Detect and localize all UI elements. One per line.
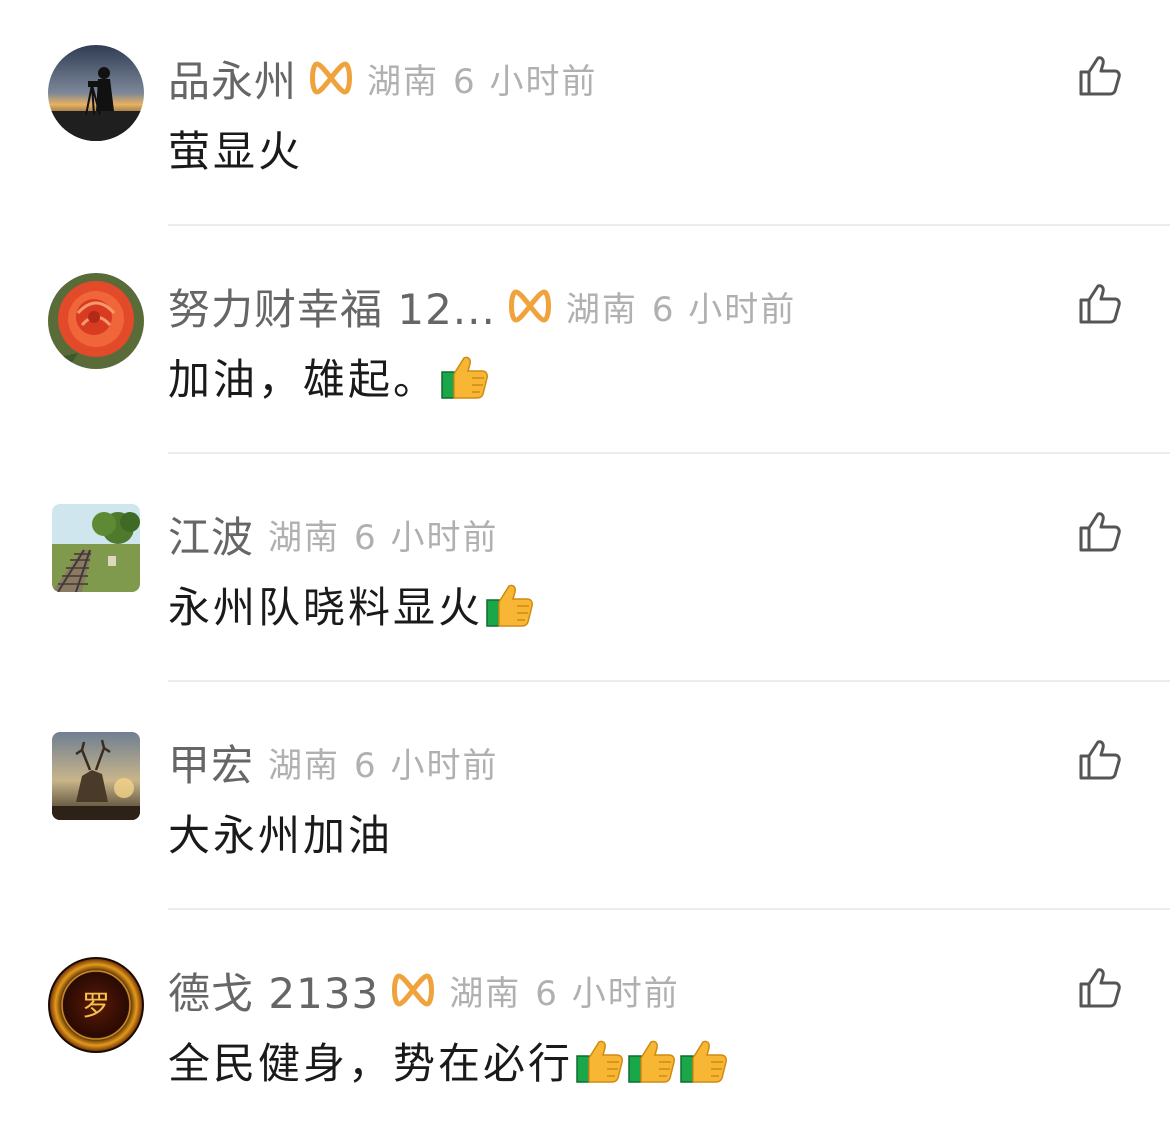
- divider: [168, 452, 1170, 454]
- thumbs-up-outline-icon: [1079, 284, 1121, 324]
- comment-item: 努力财幸福 12... 湖南 6 小时前 加油，雄起。: [0, 228, 1170, 456]
- username[interactable]: 江波: [168, 504, 254, 565]
- comment-meta: 品永州 湖南 6 小时前: [168, 50, 597, 106]
- avatar[interactable]: [48, 273, 144, 369]
- thumbs-up-emoji-icon: [575, 1036, 625, 1084]
- divider: [168, 224, 1170, 226]
- avatar[interactable]: 罗: [48, 957, 144, 1053]
- thumbs-up-emoji-icon: [485, 580, 535, 628]
- location: 湖南: [449, 973, 522, 1014]
- location: 湖南: [268, 745, 341, 786]
- comment-meta: 努力财幸福 12... 湖南 6 小时前: [168, 278, 796, 334]
- timestamp: 6 小时前: [651, 289, 797, 330]
- thumbs-up-outline-icon: [1079, 512, 1121, 552]
- timestamp: 6 小时前: [354, 517, 499, 558]
- timestamp: 6 小时前: [535, 973, 680, 1014]
- avatar-rose-image: [48, 273, 144, 369]
- timestamp: 6 小时前: [354, 745, 499, 786]
- avatar-deer-image: [52, 732, 140, 820]
- comment-text-content: 永州队晓料显火: [168, 582, 484, 632]
- comment-item: 甲宏 湖南 6 小时前 大永州加油: [0, 684, 1170, 912]
- comment-meta: 甲宏 湖南 6 小时前: [168, 734, 498, 790]
- location: 湖南: [367, 61, 440, 102]
- avatar-railway-image: [52, 504, 140, 592]
- username[interactable]: 甲宏: [168, 732, 254, 793]
- comment-text: 大永州加油: [168, 802, 393, 862]
- comment-meta: 江波 湖南 6 小时前: [168, 506, 498, 562]
- thumbs-up-emoji-icon: [627, 1036, 677, 1084]
- avatar[interactable]: [52, 504, 140, 592]
- avatar-photographer-image: [48, 45, 144, 141]
- vip-badge-icon: [309, 58, 353, 98]
- username[interactable]: 德戈 2133: [168, 960, 379, 1021]
- comment-text-content: 大永州加油: [168, 810, 394, 860]
- avatar-emblem-image: 罗: [48, 957, 144, 1053]
- vip-badge-icon: [508, 286, 552, 326]
- comment-text: 永州队晓料显火: [168, 574, 535, 634]
- like-button[interactable]: [1078, 282, 1122, 326]
- thumbs-up-outline-icon: [1079, 56, 1121, 96]
- divider: [168, 908, 1170, 910]
- thumbs-up-outline-icon: [1079, 968, 1121, 1008]
- username[interactable]: 品永州: [168, 48, 297, 109]
- comment-item: 江波 湖南 6 小时前 永州队晓料显火: [0, 456, 1170, 684]
- timestamp: 6 小时前: [453, 61, 598, 102]
- comment-list: 品永州 湖南 6 小时前 萤显火 努力财幸福 12... 湖南 6 小时前 加油…: [0, 0, 1170, 1124]
- comment-text-content: 加油，雄起。: [168, 354, 439, 404]
- comment-meta: 德戈 2133 湖南 6 小时前: [168, 962, 680, 1018]
- comment-text: 萤显火: [168, 118, 303, 178]
- avatar-emblem-text: 罗: [82, 989, 110, 1022]
- like-button[interactable]: [1078, 738, 1122, 782]
- avatar[interactable]: [52, 732, 140, 820]
- location: 湖南: [268, 517, 341, 558]
- username[interactable]: 努力财幸福 12...: [168, 276, 496, 337]
- comment-text-content: 萤显火: [168, 126, 304, 176]
- comment-item: 罗 德戈 2133 湖南 6 小时前 全民健身，势在必行: [0, 912, 1170, 1140]
- vip-badge-icon: [391, 970, 435, 1010]
- comment-text: 全民健身，势在必行: [168, 1030, 729, 1090]
- like-button[interactable]: [1078, 966, 1122, 1010]
- like-button[interactable]: [1078, 510, 1122, 554]
- avatar[interactable]: [48, 45, 144, 141]
- comment-text: 加油，雄起。: [168, 346, 490, 406]
- like-button[interactable]: [1078, 54, 1122, 98]
- thumbs-up-outline-icon: [1079, 740, 1121, 780]
- thumbs-up-emoji-icon: [679, 1036, 729, 1084]
- divider: [168, 680, 1170, 682]
- location: 湖南: [565, 289, 638, 330]
- comment-item: 品永州 湖南 6 小时前 萤显火: [0, 0, 1170, 228]
- thumbs-up-emoji-icon: [440, 352, 490, 400]
- comment-text-content: 全民健身，势在必行: [168, 1038, 574, 1088]
